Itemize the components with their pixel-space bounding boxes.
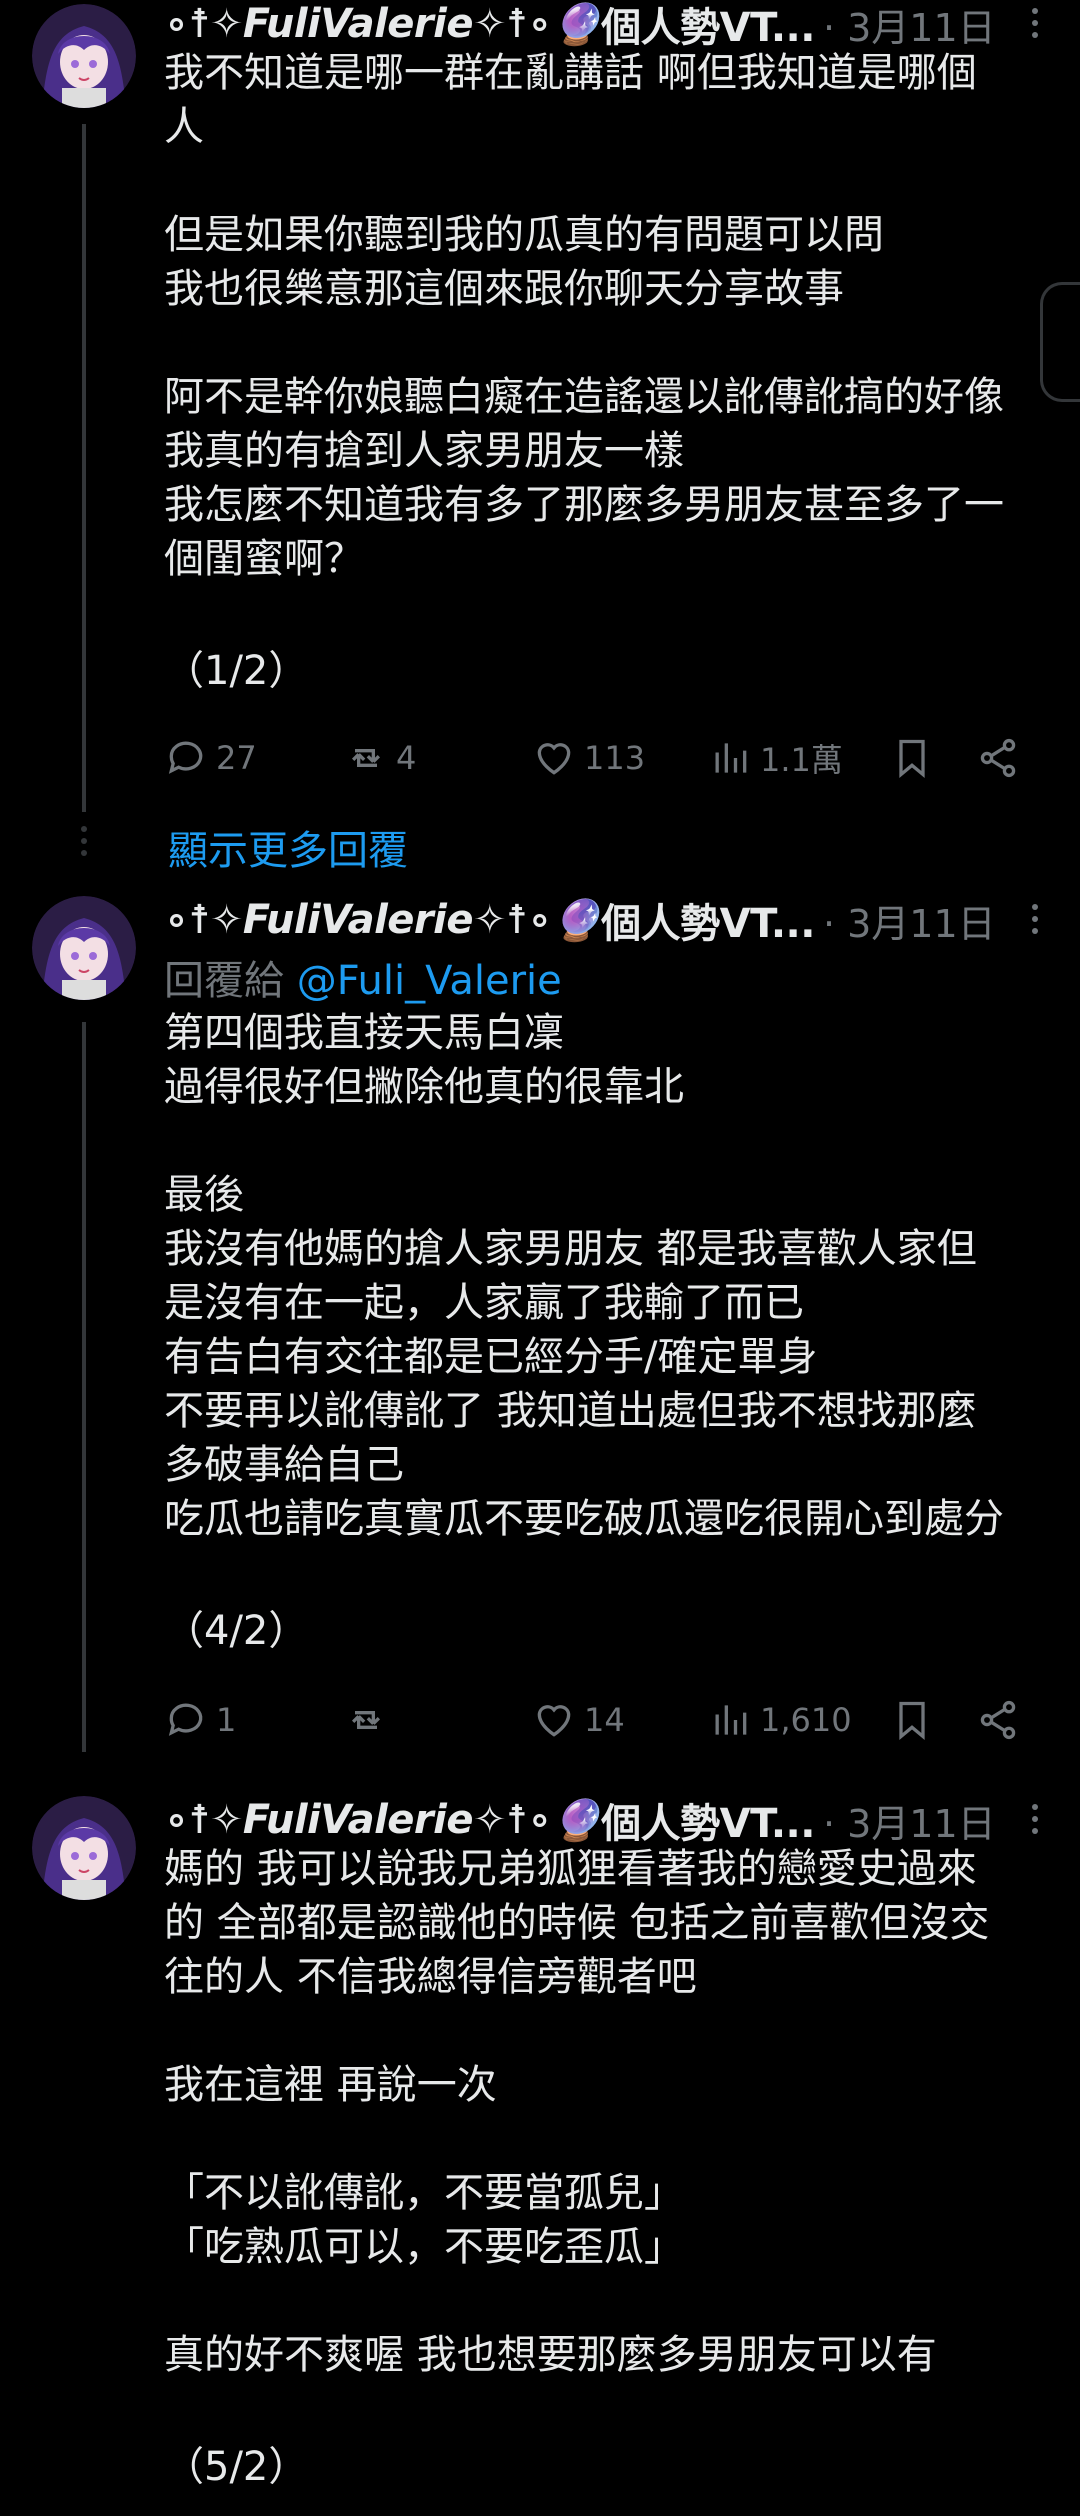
author-suffix[interactable]: 個人勢VT... [601, 891, 815, 949]
orb-emoji: 🔮 [551, 1, 602, 48]
reply-button[interactable]: 1 [164, 1690, 236, 1750]
post-line [164, 586, 1060, 640]
post[interactable]: ∘☨✧FuliValerie✧☨∘ 🔮 個人勢VT... · 3月11日 回覆給… [0, 896, 1080, 1776]
post-line [164, 2274, 1060, 2328]
post-line: 「不以訛傳訛，不要當孤兒」 [164, 2170, 684, 2216]
author-name[interactable]: ∘☨✧FuliValerie✧☨∘ [164, 1797, 552, 1843]
post-line: 過得很好但撇除他真的很靠北 [164, 1064, 684, 1110]
post-line: （5/2） [164, 2444, 309, 2490]
like-count: 14 [584, 1701, 625, 1739]
share-icon [980, 738, 1016, 778]
share-button[interactable] [976, 728, 1028, 788]
post-line: 是沒有在一起，人家贏了我輸了而已 [164, 1280, 804, 1326]
post-line: 我不知道是哪一群在亂講話 啊但我知道是哪個 [164, 50, 977, 96]
post-line: 個閨蜜啊？ [164, 536, 364, 582]
reply-handle-link[interactable]: @Fuli_Valerie [297, 958, 562, 1004]
post-line: 最後 [164, 1172, 244, 1218]
post-line: 阿不是幹你娘聽白癡在造謠還以訛傳訛搞的好像 [164, 374, 1004, 420]
post-line: 但是如果你聽到我的瓜真的有問題可以問 [164, 212, 884, 258]
thread-gap-dots [80, 826, 88, 862]
reply-icon [168, 1703, 203, 1736]
heart-icon [537, 743, 571, 775]
reply-button[interactable]: 27 [164, 728, 257, 788]
post-line: 媽的 我可以說我兄弟狐狸看著我的戀愛史過來 [164, 1846, 977, 1892]
repost-icon [351, 1711, 381, 1729]
bookmark-button[interactable] [890, 1690, 942, 1750]
post-date[interactable]: · 3月11日 [823, 893, 996, 948]
post-line [164, 1114, 1060, 1168]
repost-button[interactable] [344, 1690, 396, 1750]
views-count: 1.1萬 [760, 741, 843, 779]
post-line: 吃瓜也請吃真實瓜不要吃破瓜還吃很開心到處分 [164, 1496, 1004, 1542]
post-line: 「吃熟瓜可以，不要吃歪瓜」 [164, 2224, 684, 2270]
post-line: 第四個我直接天馬白凜 [164, 1010, 564, 1056]
post-line [164, 2004, 1060, 2058]
post-line: 有告白有交往都是已經分手/確定單身 [164, 1334, 818, 1380]
like-count: 113 [584, 739, 646, 777]
post-text: 第四個我直接天馬白凜 過得很好但撇除他真的很靠北 最後 我沒有他媽的搶人家男朋友… [164, 1006, 1060, 1658]
post-text: 我不知道是哪一群在亂講話 啊但我知道是哪個 人 但是如果你聽到我的瓜真的有問題可… [164, 46, 1060, 698]
post-line [164, 1546, 1060, 1600]
post-line: 我沒有他媽的搶人家男朋友 都是我喜歡人家但 [164, 1226, 977, 1272]
orb-emoji: 🔮 [551, 897, 602, 944]
author-name[interactable]: ∘☨✧FuliValerie✧☨∘ [164, 1, 552, 47]
reply-prefix: 回覆給 [164, 958, 297, 1004]
author-suffix[interactable]: 個人勢VT... [601, 1791, 815, 1849]
post-line: 人 [164, 104, 204, 150]
views-button[interactable]: 1,610 [708, 1690, 852, 1750]
like-button[interactable]: 14 [532, 1690, 625, 1750]
post-line: 往的人 不信我總得信旁觀者吧 [164, 1954, 697, 2000]
more-options-icon[interactable] [1032, 1804, 1040, 1840]
post-date[interactable]: · 3月11日 [823, 0, 996, 52]
post-line: （1/2） [164, 648, 309, 694]
post-line [164, 2382, 1060, 2436]
action-bar: 27 4 113 1.1萬 [164, 728, 1080, 788]
reply-icon [168, 741, 203, 774]
post[interactable]: ∘☨✧FuliValerie✧☨∘ 🔮 個人勢VT... · 3月11日 媽的 … [0, 1796, 1080, 2516]
reply-count: 1 [216, 1701, 237, 1739]
reply-count: 27 [216, 739, 257, 777]
action-bar: 1 14 1,610 [164, 1690, 1080, 1750]
views-icon [715, 1705, 747, 1735]
views-button[interactable]: 1.1萬 [708, 728, 843, 788]
repost-button[interactable]: 4 [344, 728, 416, 788]
more-options-icon[interactable] [1032, 8, 1040, 44]
author-name[interactable]: ∘☨✧FuliValerie✧☨∘ [164, 897, 552, 943]
bookmark-button[interactable] [890, 728, 942, 788]
more-options-icon[interactable] [1032, 904, 1040, 940]
like-button[interactable]: 113 [532, 728, 645, 788]
post-date[interactable]: · 3月11日 [823, 1793, 996, 1848]
post-line: 我在這裡 再說一次 [164, 2062, 497, 2108]
share-button[interactable] [976, 1690, 1028, 1750]
post-line: 的 全部都是認識他的時候 包括之前喜歡但沒交 [164, 1900, 990, 1946]
post-line: 真的好不爽喔 我也想要那麼多男朋友可以有 [164, 2332, 937, 2378]
post-line [164, 2112, 1060, 2166]
heart-icon [537, 1705, 571, 1737]
post-line [164, 316, 1060, 370]
views-icon [715, 743, 747, 773]
post-line: 我也很樂意那這個來跟你聊天分享故事 [164, 266, 844, 312]
share-icon [980, 1700, 1016, 1740]
repost-count: 4 [396, 739, 417, 777]
views-count: 1,610 [760, 1701, 852, 1739]
bookmark-icon [899, 739, 925, 779]
post-line [164, 154, 1060, 208]
bookmark-icon [899, 1701, 925, 1741]
orb-emoji: 🔮 [551, 1797, 602, 1844]
post-line: 不要再以訛傳訛了 我知道出處但我不想找那麼 [164, 1388, 977, 1434]
repost-icon [351, 749, 381, 767]
post-line: 多破事給自己 [164, 1442, 404, 1488]
post-text: 媽的 我可以說我兄弟狐狸看著我的戀愛史過來 的 全部都是認識他的時候 包括之前喜… [164, 1842, 1060, 2494]
post-line: 我怎麼不知道我有多了那麼多男朋友甚至多了一 [164, 482, 1004, 528]
post-line: 我真的有搶到人家男朋友一樣 [164, 428, 684, 474]
reply-to-line: 回覆給 @Fuli_Valerie [164, 948, 562, 1006]
post[interactable]: ∘☨✧FuliValerie✧☨∘ 🔮 個人勢VT... · 3月11日 我不知… [0, 0, 1080, 800]
show-more-replies-link[interactable]: 顯示更多回覆 [168, 818, 408, 876]
post-line: （4/2） [164, 1608, 309, 1654]
